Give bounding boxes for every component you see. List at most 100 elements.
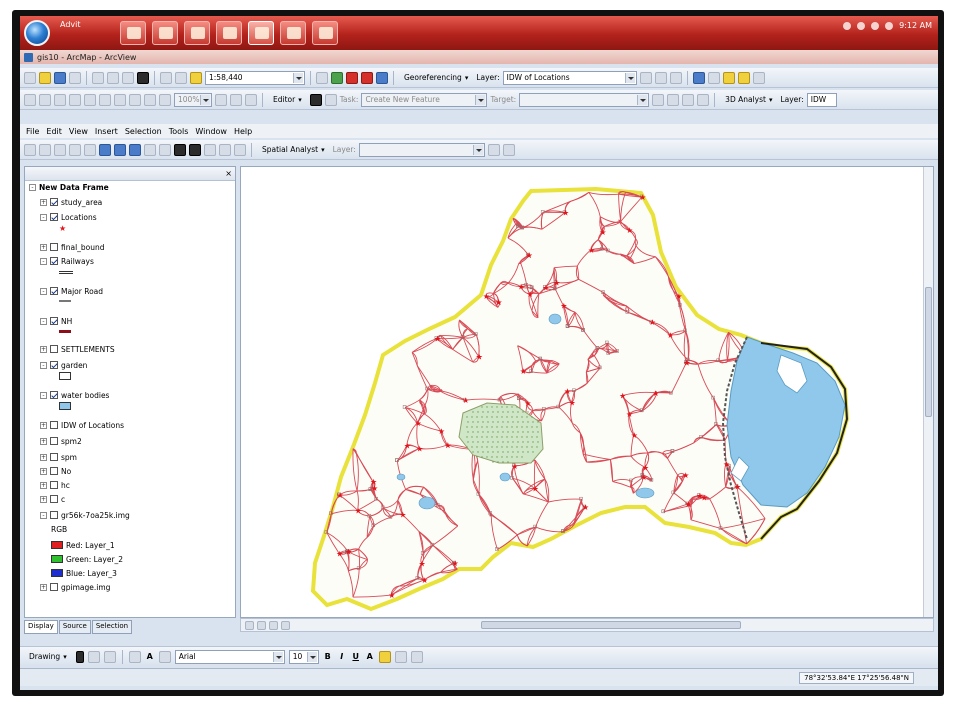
expand-toggle-icon[interactable]: + <box>40 198 47 206</box>
toolbar-tool-9-icon[interactable] <box>144 93 156 106</box>
print-icon[interactable] <box>69 71 81 84</box>
layer-visibility-checkbox[interactable] <box>50 287 58 295</box>
time-slider-icon[interactable] <box>234 143 246 156</box>
expand-toggle-icon[interactable]: - <box>40 391 47 399</box>
georef-layer-select[interactable]: IDW of Locations <box>502 70 637 85</box>
layer-visibility-checkbox[interactable] <box>50 481 58 489</box>
rotate-element-icon[interactable] <box>87 650 100 663</box>
delete-icon[interactable] <box>137 71 149 84</box>
full-extent-icon[interactable] <box>99 143 111 156</box>
map-scale-select[interactable]: 1:58,440 <box>205 70 305 85</box>
open-folder-icon[interactable] <box>39 71 51 84</box>
redo-icon[interactable] <box>175 71 187 84</box>
zoom-select[interactable]: 100% <box>174 92 212 107</box>
toolbar-tool-4-icon[interactable] <box>69 93 81 106</box>
expand-toggle-icon[interactable]: - <box>29 183 36 191</box>
clock[interactable]: 9:12 AM <box>899 21 932 30</box>
layer-visibility-checkbox[interactable] <box>50 213 58 221</box>
toolbar-tool-6-icon[interactable] <box>99 93 111 106</box>
toc-layer-row[interactable]: + spm2 <box>40 435 82 447</box>
map-view[interactable]: ★ ★ ★ ★ ★ ★ ★ ★ ★ ★ ★ ★ ★ ★ ★ ★ ★ ★ ★ ★ ★ ★ ★ ★ ★ ★ ★ ★ ★ ★ ★ ★ ★ ★ ★ ★ ★ ★ ★ ★… <box>240 166 934 618</box>
arctoolbox-icon[interactable] <box>331 71 343 84</box>
back-extent-icon[interactable] <box>114 143 126 156</box>
tray-flag-icon[interactable] <box>857 21 866 30</box>
editor-menu[interactable]: Editor <box>268 93 307 107</box>
toc-layer-row[interactable]: - Railways <box>40 255 94 267</box>
measure-icon[interactable] <box>204 143 216 156</box>
expand-toggle-icon[interactable]: - <box>40 361 47 369</box>
fill-color-icon[interactable] <box>722 71 735 84</box>
task-select[interactable]: Create New Feature <box>361 92 488 107</box>
split-tool-icon[interactable] <box>652 93 665 106</box>
editor-toolbar-icon[interactable] <box>316 71 328 84</box>
tray-network-icon[interactable] <box>843 21 852 30</box>
layer-visibility-checkbox[interactable] <box>50 453 58 461</box>
cut-icon[interactable] <box>92 71 104 84</box>
map-horizontal-scrollbar[interactable] <box>240 618 934 632</box>
layer-visibility-checkbox[interactable] <box>50 361 58 369</box>
select-elements-icon[interactable] <box>159 143 171 156</box>
underline-button[interactable]: U <box>351 652 361 661</box>
toc-layer-row[interactable]: + gpimage.img <box>40 581 110 593</box>
toolbar-tool-5-icon[interactable] <box>84 93 96 106</box>
tab-selection[interactable]: Selection <box>91 620 133 634</box>
refresh-view-icon[interactable] <box>269 620 278 630</box>
rectangle-tool-icon[interactable] <box>128 650 141 663</box>
toc-layer-row[interactable]: Green: Layer_2 <box>51 553 123 565</box>
pan-icon[interactable] <box>84 143 96 156</box>
expand-toggle-icon[interactable]: + <box>40 421 47 429</box>
expand-toggle-icon[interactable]: - <box>40 317 47 325</box>
new-text-icon[interactable]: A <box>145 652 155 661</box>
spatial-layer-select[interactable] <box>358 142 485 157</box>
zoom-whole-page-icon[interactable] <box>103 650 116 663</box>
tray-battery-icon[interactable] <box>885 21 894 30</box>
toolbar-tool-2-icon[interactable] <box>39 93 51 106</box>
layer-visibility-checkbox[interactable] <box>50 198 58 206</box>
italic-button[interactable]: I <box>337 652 347 661</box>
toc-layer-row[interactable]: + hc <box>40 479 70 491</box>
layer-visibility-checkbox[interactable] <box>50 243 58 251</box>
select-elements-arrow-icon[interactable] <box>75 650 84 663</box>
font-select[interactable]: Arial <box>174 649 285 664</box>
font-color-button[interactable]: A <box>365 652 375 661</box>
toc-layer-row[interactable]: RGB <box>51 523 67 535</box>
paste-icon[interactable] <box>122 71 134 84</box>
command-line-icon[interactable] <box>361 71 373 84</box>
toolbar-tool-8-icon[interactable] <box>129 93 141 106</box>
toolbar-tool-1-icon[interactable] <box>24 93 36 106</box>
toolbar-tool-3-icon[interactable] <box>54 93 66 106</box>
toc-layer-row[interactable]: + IDW of Locations <box>40 419 124 431</box>
toc-layer-row[interactable]: Red: Layer_1 <box>51 539 115 551</box>
bold-button[interactable]: B <box>323 652 333 661</box>
expand-toggle-icon[interactable]: + <box>40 583 47 591</box>
toc-layer-row[interactable]: - water bodies <box>40 389 109 401</box>
sketch-properties-icon[interactable] <box>697 93 710 106</box>
layer-visibility-checkbox[interactable] <box>50 495 58 503</box>
tab-source[interactable]: Source <box>58 620 91 634</box>
tab-display[interactable]: Display <box>24 620 58 634</box>
zoom-in-icon[interactable] <box>24 143 36 156</box>
print-preview-icon[interactable] <box>245 93 257 106</box>
forward-extent-icon[interactable] <box>129 143 141 156</box>
edit-tool-icon[interactable] <box>309 93 322 106</box>
undo-icon[interactable] <box>160 71 172 84</box>
toc-layer-row[interactable]: + spm <box>40 451 77 463</box>
toolbar-tool-11-icon[interactable] <box>215 93 227 106</box>
menu-tools[interactable]: Tools <box>169 127 189 136</box>
toc-layer-row[interactable]: - Major Road <box>40 285 103 297</box>
toolbar-tool-7-icon[interactable] <box>114 93 126 106</box>
expand-toggle-icon[interactable]: - <box>40 257 47 265</box>
georeferencing-menu[interactable]: Georeferencing <box>399 71 473 85</box>
copy-icon[interactable] <box>107 71 119 84</box>
menu-help[interactable]: Help <box>234 127 252 136</box>
spatial-analyst-menu[interactable]: Spatial Analyst <box>257 143 330 157</box>
toc-layer-row[interactable]: - New Data Frame <box>29 181 109 193</box>
toolbar-tool-10-icon[interactable] <box>159 93 171 106</box>
fill-color-button-icon[interactable] <box>378 650 391 663</box>
layer-visibility-checkbox[interactable] <box>50 421 58 429</box>
data-view-icon[interactable] <box>245 620 254 630</box>
expand-toggle-icon[interactable]: - <box>40 213 47 221</box>
toc-layer-row[interactable]: Blue: Layer_3 <box>51 567 117 579</box>
line-color-button-icon[interactable] <box>394 650 407 663</box>
marker-color-button-icon[interactable] <box>410 650 423 663</box>
